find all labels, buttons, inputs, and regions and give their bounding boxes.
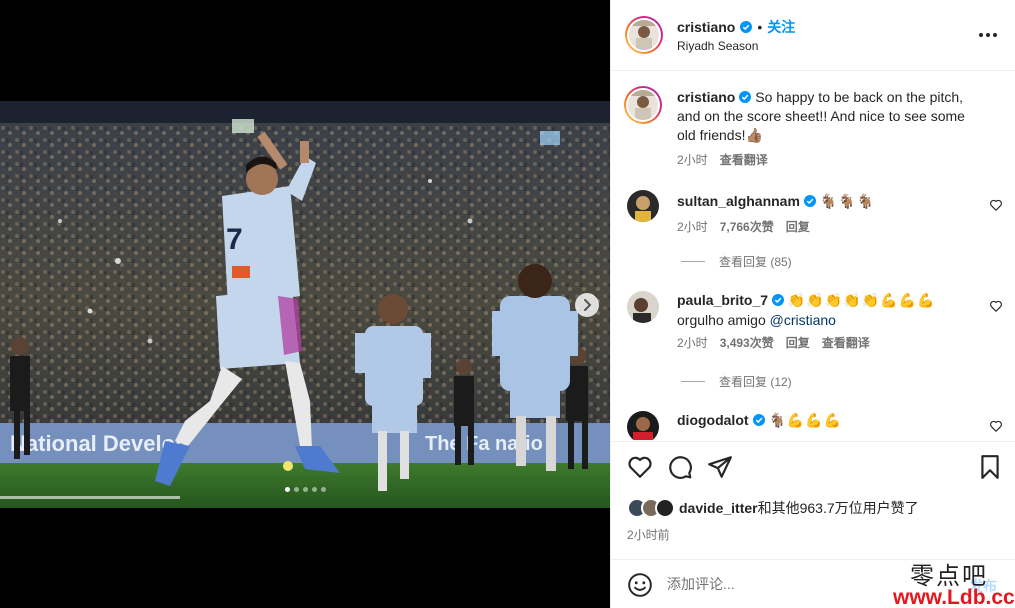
replies-divider (681, 381, 705, 382)
commenter-avatar[interactable] (627, 291, 659, 323)
view-replies-button[interactable]: 查看回复 (12) (681, 373, 792, 390)
comment-reply-button[interactable]: 回复 (786, 218, 810, 237)
heart-icon[interactable] (989, 299, 1003, 313)
carousel-dot (284, 487, 290, 492)
heart-icon[interactable] (989, 198, 1003, 212)
carousel-dot (311, 487, 317, 492)
verified-badge-icon (740, 21, 753, 33)
watermark-url: www.Ldb.cc (893, 586, 1015, 608)
comment-icon[interactable] (667, 454, 693, 480)
comment-username[interactable]: paula_brito_7 (677, 292, 768, 308)
separator-dot: • (757, 19, 763, 35)
carousel-dot (293, 487, 299, 492)
heart-icon[interactable] (989, 419, 1003, 433)
more-options-button[interactable] (976, 25, 1000, 45)
comment-text: 👏👏👏👏👏💪💪💪 (787, 293, 936, 309)
carousel-dot (320, 487, 326, 492)
post-time: 2小时前 (627, 528, 670, 542)
commenter-avatar[interactable] (627, 411, 659, 440)
post-photo[interactable]: National Develop The Fa natio 7 (0, 101, 610, 508)
comment-translate-link[interactable]: 查看翻译 (822, 334, 870, 353)
caption-time: 2小时 (677, 153, 708, 167)
verified-badge-icon (803, 195, 816, 207)
chevron-right-icon (584, 299, 592, 311)
carousel-dot (302, 487, 308, 492)
verified-badge-icon (739, 91, 752, 103)
bookmark-icon[interactable] (977, 454, 1003, 480)
verified-badge-icon (752, 414, 765, 426)
comment-likes[interactable]: 7,766次赞 (720, 218, 774, 237)
comment-time: 2小时 (677, 220, 708, 234)
post-media: National Develop The Fa natio 7 (0, 0, 610, 608)
verified-badge-icon (772, 294, 785, 306)
comments-list[interactable]: cristiano So happy to be back on the pit… (611, 72, 1015, 440)
author-avatar[interactable] (625, 16, 663, 54)
liker-avatar (655, 498, 675, 518)
post-actions: davide_itter和其他963.7万位用户赞了 2小时前 (611, 441, 1015, 559)
caption-username[interactable]: cristiano (677, 89, 735, 105)
replies-divider (681, 261, 705, 262)
comment-time: 2小时 (677, 336, 708, 350)
follow-button[interactable]: 关注 (767, 17, 795, 37)
comment-text-line2: orgulho amigo (677, 312, 766, 328)
post-header: cristiano • 关注 Riyadh Season (611, 0, 1015, 71)
comment-username[interactable]: sultan_alghannam (677, 193, 800, 209)
football-photo: National Develop The Fa natio 7 (0, 101, 610, 508)
comment-input[interactable] (667, 572, 927, 596)
likes-username[interactable]: davide_itter (679, 500, 758, 516)
heart-icon[interactable] (627, 454, 653, 480)
comment-username[interactable]: diogodalot (677, 412, 749, 428)
view-replies-button[interactable]: 查看回复 (85) (681, 253, 792, 270)
comment-text: 🐐💪💪💪 (768, 413, 843, 429)
comment-text: 🐐🐐🐐 (819, 194, 876, 210)
send-icon[interactable] (707, 454, 733, 480)
post-location[interactable]: Riyadh Season (677, 39, 758, 53)
caption-avatar[interactable] (624, 86, 662, 124)
comment-reply-button[interactable]: 回复 (786, 334, 810, 353)
carousel-indicator (0, 487, 610, 492)
comment-mention-link[interactable]: @cristiano (770, 312, 836, 328)
caption-translate-link[interactable]: 查看翻译 (720, 151, 768, 170)
likes-count-text: 和其他963.7万位用户赞了 (757, 500, 919, 516)
likes-summary[interactable]: davide_itter和其他963.7万位用户赞了 (627, 498, 919, 518)
post-panel: cristiano • 关注 Riyadh Season cristiano S… (610, 0, 1015, 608)
commenter-avatar[interactable] (627, 190, 659, 222)
more-horizontal-icon (979, 33, 983, 37)
smiley-icon[interactable] (627, 572, 653, 598)
banner-text-left: National Develop (10, 431, 188, 456)
next-slide-button[interactable] (575, 293, 599, 317)
view-replies-label: 查看回复 (12) (719, 375, 792, 389)
jersey-number: 7 (226, 223, 243, 256)
author-line: cristiano • 关注 (677, 17, 795, 37)
author-username[interactable]: cristiano (677, 19, 735, 35)
comment-likes[interactable]: 3,493次赞 (720, 334, 774, 353)
view-replies-label: 查看回复 (85) (719, 255, 792, 269)
